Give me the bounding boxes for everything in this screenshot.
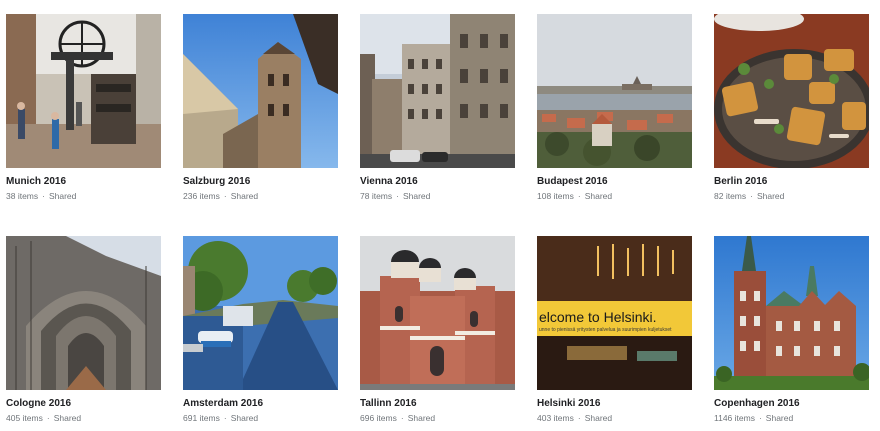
album-meta: 405 items · Shared [6, 413, 161, 424]
item-count: 108 items [537, 191, 574, 201]
album-card-berlin[interactable]: Berlin 2016 82 items · Shared [714, 14, 869, 202]
album-title: Budapest 2016 [537, 176, 608, 187]
album-title: Berlin 2016 [714, 176, 768, 187]
album-meta: 82 items · Shared [714, 191, 869, 202]
shared-status: Shared [230, 191, 259, 201]
album-meta: 236 items · Shared [183, 191, 338, 202]
separator-dot: · [758, 413, 762, 423]
berlin-food-photo [714, 14, 869, 168]
album-title: Munich 2016 [6, 176, 67, 187]
album-title: Cologne 2016 [6, 398, 72, 409]
album-cover-salzburg[interactable] [183, 14, 338, 168]
album-cover-budapest[interactable] [537, 14, 692, 168]
separator-dot: · [42, 191, 45, 201]
separator-dot: · [223, 191, 227, 201]
tallinn-cathedral-photo [360, 236, 515, 390]
album-title: Helsinki 2016 [537, 398, 601, 409]
album-title: Vienna 2016 [360, 176, 418, 187]
album-card-amsterdam[interactable]: Amsterdam 2016 691 items · Shared [183, 236, 338, 424]
item-count: 691 items [183, 413, 220, 423]
welcome-sign-text: elcome to Helsinki. [539, 309, 657, 325]
album-cover-munich[interactable] [6, 14, 161, 168]
album-title: Copenhagen 2016 [714, 398, 800, 409]
item-count: 696 items [360, 413, 397, 423]
album-cover-vienna[interactable] [360, 14, 515, 168]
album-card-budapest[interactable]: Budapest 2016 108 items · Shared [537, 14, 692, 202]
item-count: 405 items [6, 413, 43, 423]
shared-status: Shared [402, 191, 431, 201]
amsterdam-canal-photo [183, 236, 338, 390]
welcome-sign-subtext: unne to pienissä yritysten palvelua ja s… [539, 327, 672, 333]
shared-status: Shared [765, 413, 794, 423]
album-title: Salzburg 2016 [183, 176, 251, 187]
shared-status: Shared [584, 191, 613, 201]
item-count: 82 items [714, 191, 747, 201]
album-card-salzburg[interactable]: Salzburg 2016 236 items · Shared [183, 14, 338, 202]
helsinki-airport-photo: elcome to Helsinki. unne to pienissä yri… [537, 236, 692, 390]
album-title: Tallinn 2016 [360, 398, 417, 409]
cologne-cathedral-photo [6, 236, 161, 390]
album-cover-copenhagen[interactable] [714, 236, 869, 390]
album-meta: 696 items · Shared [360, 413, 515, 424]
album-card-tallinn[interactable]: Tallinn 2016 696 items · Shared [360, 236, 515, 424]
album-grid: Munich 2016 38 items · Shared Salzburg 201… [0, 0, 880, 431]
shared-status: Shared [53, 413, 82, 423]
shared-status: Shared [230, 413, 259, 423]
munich-museum-photo [6, 14, 161, 168]
album-meta: 691 items · Shared [183, 413, 338, 424]
shared-status: Shared [407, 413, 436, 423]
separator-dot: · [750, 191, 753, 201]
album-meta: 403 items · Shared [537, 413, 692, 424]
separator-dot: · [577, 413, 581, 423]
shared-status: Shared [48, 191, 77, 201]
album-meta: 108 items · Shared [537, 191, 692, 202]
budapest-panorama-photo [537, 14, 692, 168]
separator-dot: · [223, 413, 227, 423]
separator-dot: · [577, 191, 581, 201]
album-cover-tallinn[interactable] [360, 236, 515, 390]
vienna-street-photo [360, 14, 515, 168]
album-cover-berlin[interactable] [714, 14, 869, 168]
salzburg-tower-photo [183, 14, 338, 168]
item-count: 78 items [360, 191, 393, 201]
separator-dot: · [400, 413, 404, 423]
album-card-helsinki[interactable]: elcome to Helsinki. unne to pienissä yri… [537, 236, 692, 424]
album-meta: 38 items · Shared [6, 191, 161, 202]
item-count: 236 items [183, 191, 220, 201]
album-card-copenhagen[interactable]: Copenhagen 2016 1146 items · Shared [714, 236, 869, 424]
album-meta: 78 items · Shared [360, 191, 515, 202]
item-count: 403 items [537, 413, 574, 423]
album-card-cologne[interactable]: Cologne 2016 405 items · Shared [6, 236, 161, 424]
album-cover-amsterdam[interactable] [183, 236, 338, 390]
shared-status: Shared [756, 191, 785, 201]
separator-dot: · [46, 413, 50, 423]
album-card-vienna[interactable]: Vienna 2016 78 items · Shared [360, 14, 515, 202]
album-card-munich[interactable]: Munich 2016 38 items · Shared [6, 14, 161, 202]
shared-status: Shared [584, 413, 613, 423]
album-meta: 1146 items · Shared [714, 413, 869, 424]
album-title: Amsterdam 2016 [183, 398, 264, 409]
item-count: 38 items [6, 191, 39, 201]
album-cover-cologne[interactable] [6, 236, 161, 390]
copenhagen-castle-photo [714, 236, 869, 390]
separator-dot: · [396, 191, 399, 201]
album-cover-helsinki[interactable]: elcome to Helsinki. unne to pienissä yri… [537, 236, 692, 390]
item-count: 1146 items [714, 413, 755, 423]
